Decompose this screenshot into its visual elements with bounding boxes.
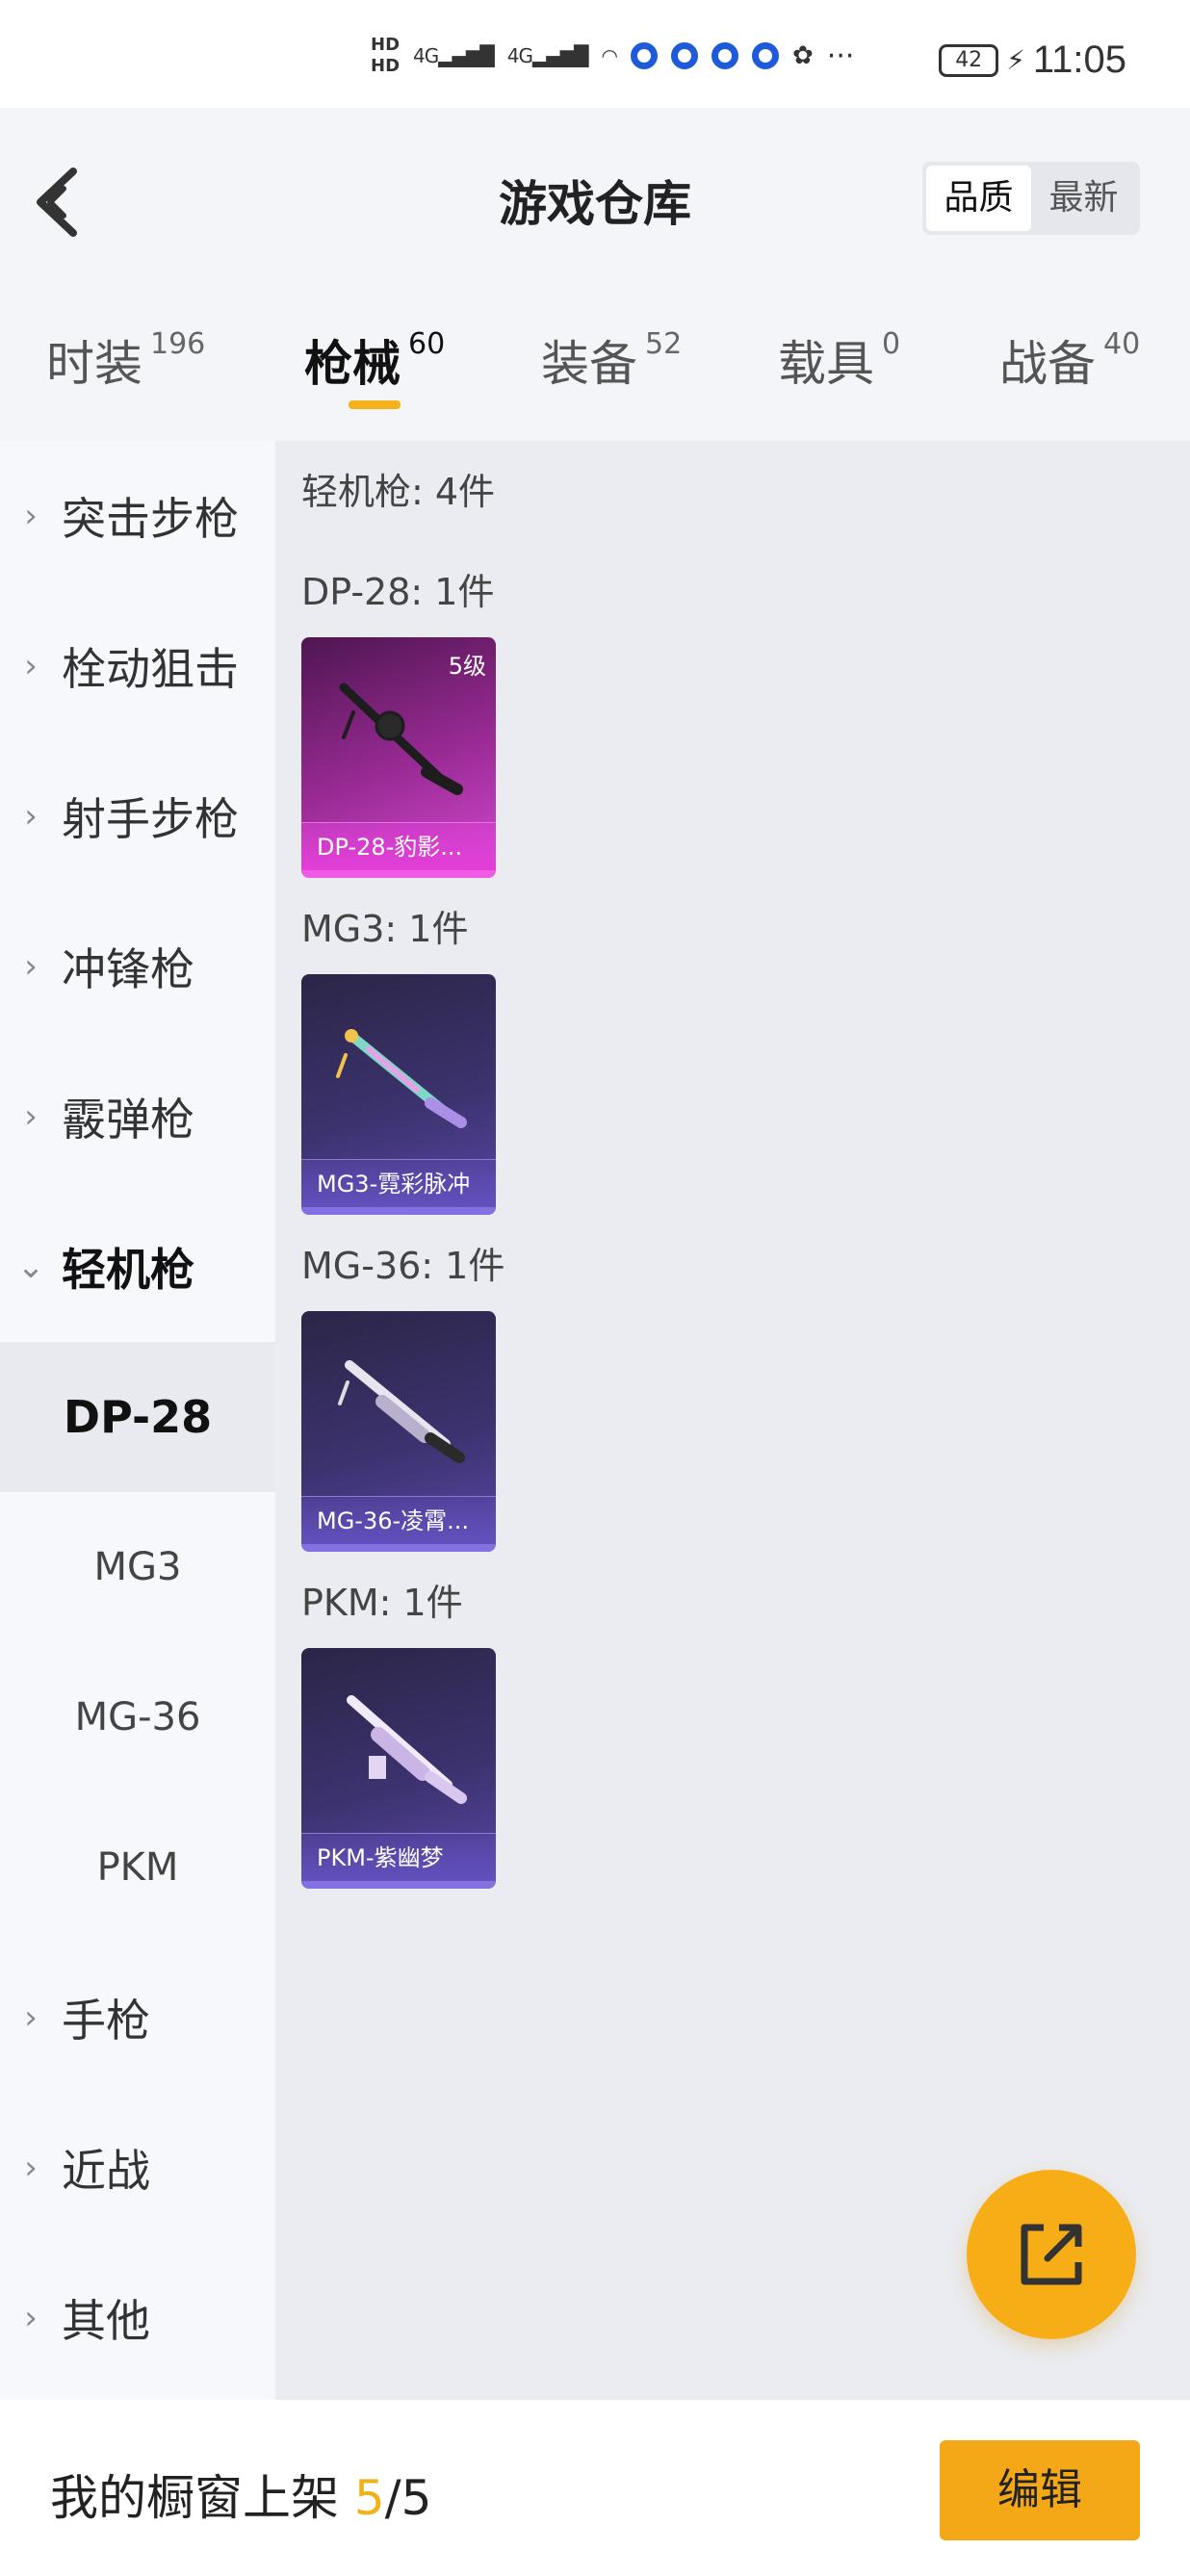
sidebar-item-label: 其他: [62, 2295, 150, 2347]
clock: 11:05: [1032, 39, 1126, 81]
showcase-total: /5: [384, 2470, 432, 2526]
weapon-card-pkm[interactable]: PKM-紫幽梦: [301, 1648, 496, 1889]
tab-firearms[interactable]: 枪械 60: [304, 325, 445, 395]
mg3-gun-icon: [336, 1029, 467, 1128]
sidebar-item-label: 栓动狙击: [62, 643, 239, 695]
weapon-card-name: DP-28-豹影...: [301, 822, 496, 878]
sidebar-item-shotgun[interactable]: › 霰弹枪: [0, 1042, 275, 1192]
hd1-label: HD: [371, 35, 401, 55]
chevron-right-icon: ›: [24, 2149, 38, 2187]
mg36-gun-icon: [338, 1360, 465, 1463]
tab-count: 40: [1103, 327, 1141, 361]
weapon-card-mg36[interactable]: MG-36-凌霄...: [301, 1311, 496, 1552]
tab-label: 时装: [46, 336, 142, 392]
chevron-right-icon: ›: [24, 1097, 38, 1136]
section-title: 轻机枪: 4件: [301, 471, 496, 513]
weapon-card-name: MG-36-凌霄...: [301, 1496, 496, 1552]
hd-indicators: HD HD: [371, 35, 400, 77]
sidebar-item-label: 近战: [62, 2145, 150, 2197]
sidebar-item-label: 射手步枪: [62, 793, 239, 845]
tab-equipment[interactable]: 装备 52: [541, 325, 682, 395]
showcase-current: 5: [353, 2470, 385, 2526]
pkm-gun-icon: [347, 1695, 467, 1804]
sidebar-subitem-dp28[interactable]: DP-28: [0, 1342, 275, 1492]
signal1-label: 4G: [413, 44, 439, 67]
share-external-icon: [1021, 2224, 1082, 2285]
weapon-card-name: PKM-紫幽梦: [301, 1833, 496, 1889]
weapon-card-name: MG3-霓彩脉冲: [301, 1159, 496, 1215]
notification-app-icon: [711, 42, 738, 69]
status-icons-left: HD HD 4G▂▄▆█ 4G▂▄▆█ ◠ ✿ ···: [371, 35, 854, 77]
tab-label: 战备: [999, 336, 1096, 392]
chevron-right-icon: ›: [24, 647, 38, 685]
header: 游戏仓库 品质 最新: [0, 108, 1190, 287]
signal1-icon: 4G▂▄▆█: [413, 44, 495, 67]
dp28-gun-icon: [339, 683, 463, 795]
wifi-icon: ◠: [601, 44, 618, 67]
sidebar-item-assault-rifle[interactable]: › 突击步枪: [0, 441, 275, 591]
weapon-card-dp28[interactable]: 5级 DP-28-豹影...: [301, 637, 496, 878]
group-title-mg36: MG-36: 1件: [301, 1245, 505, 1287]
signal2-label: 4G: [506, 44, 533, 67]
group-title-dp28: DP-28: 1件: [301, 571, 495, 613]
edit-button[interactable]: 编辑: [940, 2440, 1140, 2540]
chevron-right-icon: ›: [24, 797, 38, 836]
status-icons-right: 42 ⚡ 11:05: [939, 39, 1126, 82]
sidebar-item-label: 霰弹枪: [62, 1094, 194, 1146]
sidebar-item-marksman-rifle[interactable]: › 射手步枪: [0, 741, 275, 891]
chevron-right-icon: ›: [24, 497, 38, 535]
sidebar-item-bolt-sniper[interactable]: › 栓动狙击: [0, 591, 275, 741]
hd2-label: HD: [371, 56, 401, 76]
chevron-right-icon: ›: [24, 947, 38, 986]
sort-option-newest[interactable]: 最新: [1031, 166, 1136, 231]
tab-label: 载具: [778, 336, 874, 392]
battery-icon: 42: [939, 43, 999, 77]
group-title-pkm: PKM: 1件: [301, 1582, 463, 1624]
tab-supplies[interactable]: 战备 40: [999, 325, 1140, 395]
showcase-label: 我的橱窗上架: [50, 2470, 339, 2526]
tab-fashion[interactable]: 时装 196: [46, 325, 205, 395]
sidebar-item-label: 手枪: [62, 1995, 150, 2047]
tab-vehicles[interactable]: 载具 0: [778, 325, 900, 395]
more-notifications-icon: ···: [826, 39, 855, 73]
group-title-mg3: MG3: 1件: [301, 908, 469, 950]
chevron-right-icon: ›: [24, 1998, 38, 2037]
share-button[interactable]: [967, 2170, 1136, 2339]
charging-icon: ⚡: [1006, 44, 1025, 76]
sidebar-subitem-pkm[interactable]: PKM: [0, 1792, 275, 1943]
tab-count: 196: [150, 327, 206, 361]
sidebar-subitem-mg36[interactable]: MG-36: [0, 1642, 275, 1792]
sidebar-item-melee[interactable]: › 近战: [0, 2093, 275, 2243]
sidebar-item-other[interactable]: › 其他: [0, 2243, 275, 2393]
bottom-bar: 我的橱窗上架 5/5 编辑: [0, 2400, 1190, 2576]
weapon-list: 轻机枪: 4件 DP-28: 1件 5级 DP-28-豹影... MG3: 1件…: [275, 441, 1190, 2400]
sidebar-item-label: 突击步枪: [62, 493, 239, 545]
active-tab-indicator: [349, 400, 401, 409]
tab-label: 枪械: [304, 336, 401, 392]
tab-count: 0: [882, 327, 901, 361]
weapon-category-sidebar: › 突击步枪 › 栓动狙击 › 射手步枪 › 冲锋枪 › 霰弹枪 ⌄ 轻机枪 D…: [0, 441, 275, 2400]
notification-app-icon: [752, 42, 779, 69]
tab-count: 52: [645, 327, 683, 361]
notification-app-icon: [671, 42, 698, 69]
weapon-card-mg3[interactable]: MG3-霓彩脉冲: [301, 974, 496, 1215]
signal2-icon: 4G▂▄▆█: [506, 44, 589, 67]
chevron-right-icon: ›: [24, 2299, 38, 2337]
category-tabs: 时装 196 枪械 60 装备 52 载具 0 战备 40: [0, 287, 1190, 441]
sidebar-item-label: 冲锋枪: [62, 943, 194, 995]
sidebar-item-smg[interactable]: › 冲锋枪: [0, 891, 275, 1042]
sidebar-subitem-mg3[interactable]: MG3: [0, 1492, 275, 1642]
chevron-down-icon: ⌄: [16, 1248, 45, 1286]
sort-option-quality[interactable]: 品质: [926, 166, 1031, 231]
tab-label: 装备: [541, 336, 637, 392]
sidebar-item-pistol[interactable]: › 手枪: [0, 1943, 275, 2093]
notification-app-icon: [631, 42, 658, 69]
sort-toggle: 品质 最新: [922, 162, 1140, 235]
showcase-status: 我的橱窗上架 5/5: [50, 2460, 431, 2529]
sidebar-item-lmg[interactable]: ⌄ 轻机枪: [0, 1192, 275, 1342]
status-bar: HD HD 4G▂▄▆█ 4G▂▄▆█ ◠ ✿ ··· 42 ⚡ 11:05: [0, 0, 1190, 108]
wechat-icon: ✿: [792, 41, 814, 70]
sidebar-item-label: 轻机枪: [62, 1244, 194, 1296]
tab-count: 60: [408, 327, 446, 361]
